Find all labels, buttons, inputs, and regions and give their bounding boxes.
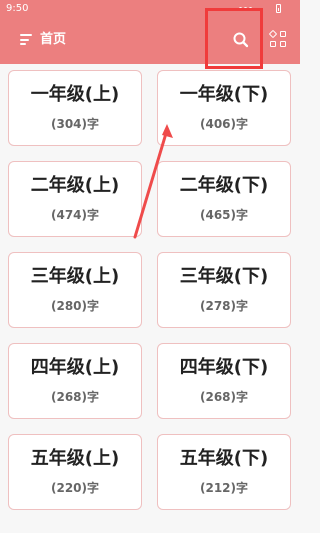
grade-card[interactable]: 三年级(下) (278)字: [157, 252, 291, 328]
card-count: (474)字: [50, 208, 100, 222]
card-count: (220)字: [50, 481, 100, 495]
card-count: (280)字: [50, 299, 100, 313]
search-icon: [233, 32, 249, 48]
card-title: 三年级(上): [30, 266, 120, 287]
card-count: (212)字: [199, 481, 249, 495]
grade-card[interactable]: 三年级(上) (280)字: [8, 252, 142, 328]
card-title: 一年级(上): [30, 84, 120, 105]
battery-icon: [276, 4, 281, 13]
status-dots-icon: [239, 7, 253, 11]
card-title: 五年级(上): [30, 448, 120, 469]
grade-card[interactable]: 二年级(上) (474)字: [8, 161, 142, 237]
card-count: (278)字: [199, 299, 249, 313]
grade-card[interactable]: 一年级(下) (406)字: [157, 70, 291, 146]
card-title: 二年级(上): [30, 175, 120, 196]
card-title: 二年级(下): [179, 175, 269, 196]
card-count: (304)字: [50, 117, 100, 131]
card-title: 三年级(下): [179, 266, 269, 287]
card-title: 一年级(下): [179, 84, 269, 105]
card-count: (465)字: [199, 208, 249, 222]
status-icons: [221, 3, 281, 15]
search-button[interactable]: [232, 31, 250, 49]
top-app-bar: 9:50 首页: [0, 0, 300, 64]
grade-card[interactable]: 一年级(上) (304)字: [8, 70, 142, 146]
grade-card[interactable]: 五年级(下) (212)字: [157, 434, 291, 510]
grade-card[interactable]: 二年级(下) (465)字: [157, 161, 291, 237]
grade-card[interactable]: 四年级(下) (268)字: [157, 343, 291, 419]
grade-card[interactable]: 五年级(上) (220)字: [8, 434, 142, 510]
card-title: 四年级(上): [30, 357, 120, 378]
app-screen: 9:50 首页 一年级(上) (304)字 一年级(下) (406)字 二年级(…: [0, 0, 300, 533]
grade-card[interactable]: 四年级(上) (268)字: [8, 343, 142, 419]
card-count: (268)字: [199, 390, 249, 404]
status-time: 9:50: [6, 3, 29, 14]
card-count: (406)字: [199, 117, 249, 131]
card-title: 四年级(下): [179, 357, 269, 378]
grid-view-button[interactable]: [268, 29, 287, 48]
card-title: 五年级(下): [179, 448, 269, 469]
page-title: 首页: [40, 32, 67, 47]
menu-icon[interactable]: [20, 34, 32, 45]
card-count: (268)字: [50, 390, 100, 404]
